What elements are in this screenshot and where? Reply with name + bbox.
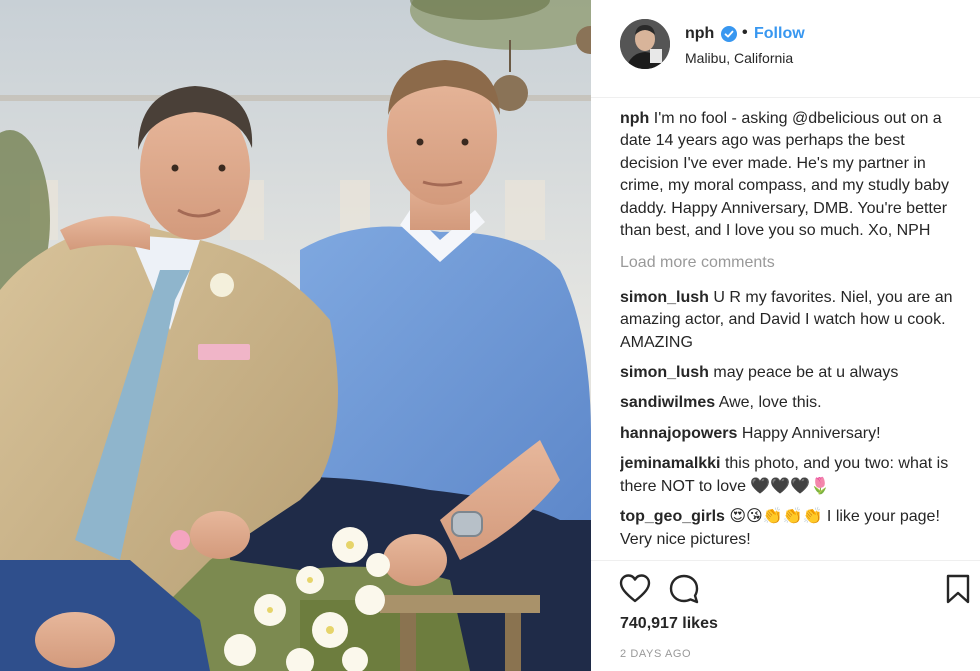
comment-item: jeminamalkki this photo, and you two: wh… — [620, 453, 960, 498]
post-caption: nph I'm no fool - asking @dbelicious out… — [620, 108, 960, 242]
comments-list[interactable]: nph I'm no fool - asking @dbelicious out… — [620, 108, 960, 560]
comment-username[interactable]: top_geo_girls — [620, 508, 725, 525]
comment-item: top_geo_girls 😍😘👏👏👏 I like your page! Ve… — [620, 506, 960, 551]
likes-count[interactable]: 740,917 likes — [620, 615, 718, 633]
comment-username[interactable]: simon_lush — [620, 364, 709, 381]
comment-item: simon_lush U R my favorites. Niel, you a… — [620, 287, 960, 354]
comment-text: may peace be at u always — [713, 364, 899, 382]
load-more-comments-button[interactable]: Load more comments — [620, 252, 960, 274]
comment-bubble-icon[interactable] — [668, 573, 700, 605]
post-photo[interactable] — [0, 0, 591, 671]
comment-username[interactable]: simon_lush — [620, 289, 709, 306]
profile-avatar[interactable] — [620, 19, 670, 69]
post-location[interactable]: Malibu, California — [685, 50, 793, 66]
post-author-username[interactable]: nph — [685, 25, 714, 43]
post-timestamp[interactable]: 2 DAYS AGO — [620, 648, 691, 660]
comment-item: hannajopowers Happy Anniversary! — [620, 423, 960, 445]
post-header: nph • Follow Malibu, California — [591, 0, 980, 98]
follow-button[interactable]: Follow — [754, 25, 805, 43]
separator-dot: • — [742, 24, 748, 41]
post-actions: 740,917 likes 2 DAYS AGO — [591, 560, 980, 671]
comment-username[interactable]: hannajopowers — [620, 425, 737, 442]
verified-badge-icon — [721, 26, 737, 42]
comment-username[interactable]: jeminamalkki — [620, 455, 721, 472]
bookmark-icon[interactable] — [944, 573, 972, 605]
comment-text: Happy Anniversary! — [741, 424, 881, 442]
post-image — [0, 0, 591, 671]
comment-username[interactable]: sandiwilmes — [620, 394, 715, 411]
caption-text: I'm no fool - asking @dbelicious out on … — [620, 110, 949, 240]
caption-username[interactable]: nph — [620, 110, 649, 127]
comment-item: simon_lush may peace be at u always — [620, 362, 960, 384]
comment-text: Awe, love this. — [718, 394, 822, 412]
heart-icon[interactable] — [619, 573, 651, 605]
post-sidebar: nph • Follow Malibu, California nph I'm … — [591, 0, 980, 671]
avatar-image — [620, 19, 670, 69]
comment-item: sandiwilmes Awe, love this. — [620, 392, 960, 414]
